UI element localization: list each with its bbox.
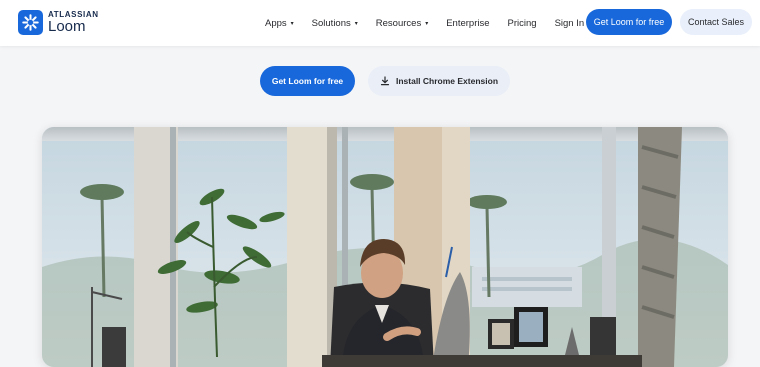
nav-item-solutions[interactable]: Solutions ▾ [312,18,358,29]
hero-video-thumbnail[interactable] [42,127,728,367]
contact-sales-button[interactable]: Contact Sales [680,9,752,35]
get-loom-free-hero-button[interactable]: Get Loom for free [260,66,355,96]
get-loom-free-nav-button[interactable]: Get Loom for free [586,9,672,35]
nav-item-label: Sign In [554,17,585,29]
nav-item-apps[interactable]: Apps ▾ [265,18,294,29]
nav-item-resources[interactable]: Resources ▾ [376,18,428,29]
nav-item-label: Apps [265,17,287,29]
nav-item-label: Pricing [507,17,537,29]
chevron-down-icon: ▾ [354,20,358,27]
main-nav: Apps ▾ Solutions ▾ Resources ▾ Enterpris… [265,0,602,46]
download-icon [380,76,390,86]
nav-item-sign-in[interactable]: Sign In [555,18,585,29]
chevron-down-icon: ▾ [425,20,429,27]
office-scene-image [42,127,728,367]
brand-name: Loom [48,18,86,35]
nav-item-label: Enterprise [446,17,490,29]
nav-item-label: Resources [375,17,422,29]
nav-item-label: Solutions [311,17,351,29]
nav-item-enterprise[interactable]: Enterprise [446,18,489,29]
install-chrome-extension-label: Install Chrome Extension [395,76,499,86]
brand-wordmark[interactable]: ATLASSIAN Loom [48,10,99,35]
chevron-down-icon: ▾ [290,20,294,27]
nav-item-pricing[interactable]: Pricing [508,18,537,29]
top-nav-bar: ATLASSIAN Loom Apps ▾ Solutions ▾ Resour… [0,0,760,46]
loom-logo-icon[interactable] [18,10,43,35]
install-chrome-extension-button[interactable]: Install Chrome Extension [368,66,510,96]
